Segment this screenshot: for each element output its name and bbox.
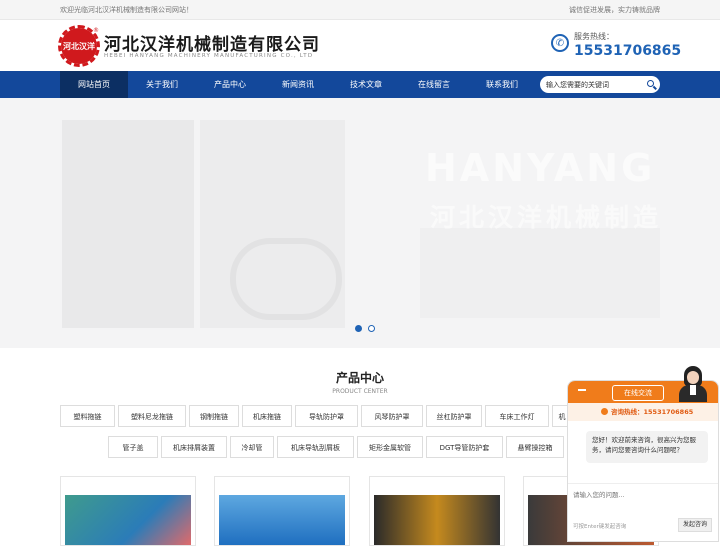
- phone-icon: ✆: [551, 34, 569, 52]
- product-card[interactable]: [214, 476, 350, 546]
- logo-text: 河北汉洋: [63, 41, 95, 51]
- product-image: [374, 495, 500, 545]
- product-image: [219, 495, 345, 545]
- category-tag[interactable]: 钢制拖链: [189, 405, 239, 427]
- banner-image-machine: [62, 120, 194, 328]
- category-tag[interactable]: 悬臂操控箱: [506, 436, 564, 458]
- chat-greeting: 您好！欢迎前来咨询，很高兴为您服务，请问您要咨询什么问题呢？: [586, 431, 708, 463]
- category-tag[interactable]: 风琴防护罩: [361, 405, 423, 427]
- nav-item-contact[interactable]: 联系我们: [468, 71, 536, 98]
- company-name-en: HEBEI HANYANG MACHINERY MANUFACTURING CO…: [104, 53, 314, 59]
- product-card[interactable]: [60, 476, 196, 546]
- hero-banner[interactable]: HANYANG 河北汉洋机械制造: [0, 98, 720, 348]
- banner-image-chain: [230, 238, 342, 320]
- category-tag[interactable]: 机床排屑装置: [161, 436, 227, 458]
- agent-avatar: [676, 366, 710, 402]
- chat-hint: 可按Enter键发起咨询: [573, 524, 627, 530]
- minimize-icon[interactable]: [578, 389, 586, 391]
- category-tag[interactable]: 塑料尼龙拖链: [118, 405, 186, 427]
- slide-dot-1[interactable]: [355, 325, 362, 332]
- nav-item-about[interactable]: 关于我们: [128, 71, 196, 98]
- category-tag[interactable]: 机床拖链: [242, 405, 292, 427]
- company-name: 河北汉洋机械制造有限公司: [104, 35, 320, 55]
- category-tag[interactable]: 导轨防护罩: [295, 405, 358, 427]
- chat-widget: 在线交流 咨询热线：15531706865 您好！欢迎前来咨询，很高兴为您服务，…: [567, 380, 719, 542]
- nav-item-home[interactable]: 网站首页: [60, 71, 128, 98]
- banner-image-drag-chain: [420, 228, 660, 318]
- company-logo[interactable]: 河北汉洋: [58, 25, 100, 67]
- product-card[interactable]: [369, 476, 505, 546]
- slogan-text: 诚信促进发展，实力铸就品牌: [569, 5, 660, 14]
- category-tag[interactable]: 管子盖: [108, 436, 158, 458]
- product-image: [65, 495, 191, 545]
- chat-hotline: 咨询热线：15531706865: [568, 403, 718, 421]
- category-tag[interactable]: 冷却管: [230, 436, 274, 458]
- banner-title-en: HANYANG: [425, 146, 656, 190]
- send-button[interactable]: 发起咨询: [678, 518, 712, 532]
- search-box: [540, 76, 660, 93]
- banner-title-cn: 河北汉洋机械制造: [430, 203, 663, 232]
- header: 河北汉洋 ® 河北汉洋机械制造有限公司 HEBEI HANYANG MACHIN…: [0, 20, 720, 70]
- category-tag[interactable]: 矩形金属软管: [357, 436, 423, 458]
- chat-input[interactable]: [568, 483, 718, 517]
- nav-item-articles[interactable]: 技术文章: [332, 71, 400, 98]
- search-input[interactable]: [540, 76, 645, 93]
- top-bar: 欢迎光临河北汉洋机械制造有限公司网站！ 诚信促进发展，实力铸就品牌: [0, 0, 720, 20]
- category-tag[interactable]: 丝杠防护罩: [426, 405, 482, 427]
- category-tag[interactable]: DGT导管防护套: [426, 436, 503, 458]
- category-tag[interactable]: 车床工作灯: [485, 405, 549, 427]
- chat-title[interactable]: 在线交流: [612, 385, 664, 401]
- chat-hotline-text: 咨询热线：15531706865: [611, 408, 694, 416]
- nav-item-news[interactable]: 新闻资讯: [264, 71, 332, 98]
- hotline-label: 服务热线：: [574, 32, 614, 41]
- slide-dot-2[interactable]: [368, 325, 375, 332]
- category-tag[interactable]: 机床导轨刮屑板: [277, 436, 354, 458]
- nav-item-message[interactable]: 在线留言: [400, 71, 468, 98]
- welcome-text: 欢迎光临河北汉洋机械制造有限公司网站！: [60, 5, 193, 14]
- phone-icon: [601, 408, 608, 415]
- registered-mark-icon: ®: [93, 27, 99, 34]
- hotline-number[interactable]: 15531706865: [574, 43, 681, 59]
- category-tag[interactable]: 塑料拖链: [60, 405, 115, 427]
- nav-item-products[interactable]: 产品中心: [196, 71, 264, 98]
- search-icon[interactable]: [647, 80, 654, 87]
